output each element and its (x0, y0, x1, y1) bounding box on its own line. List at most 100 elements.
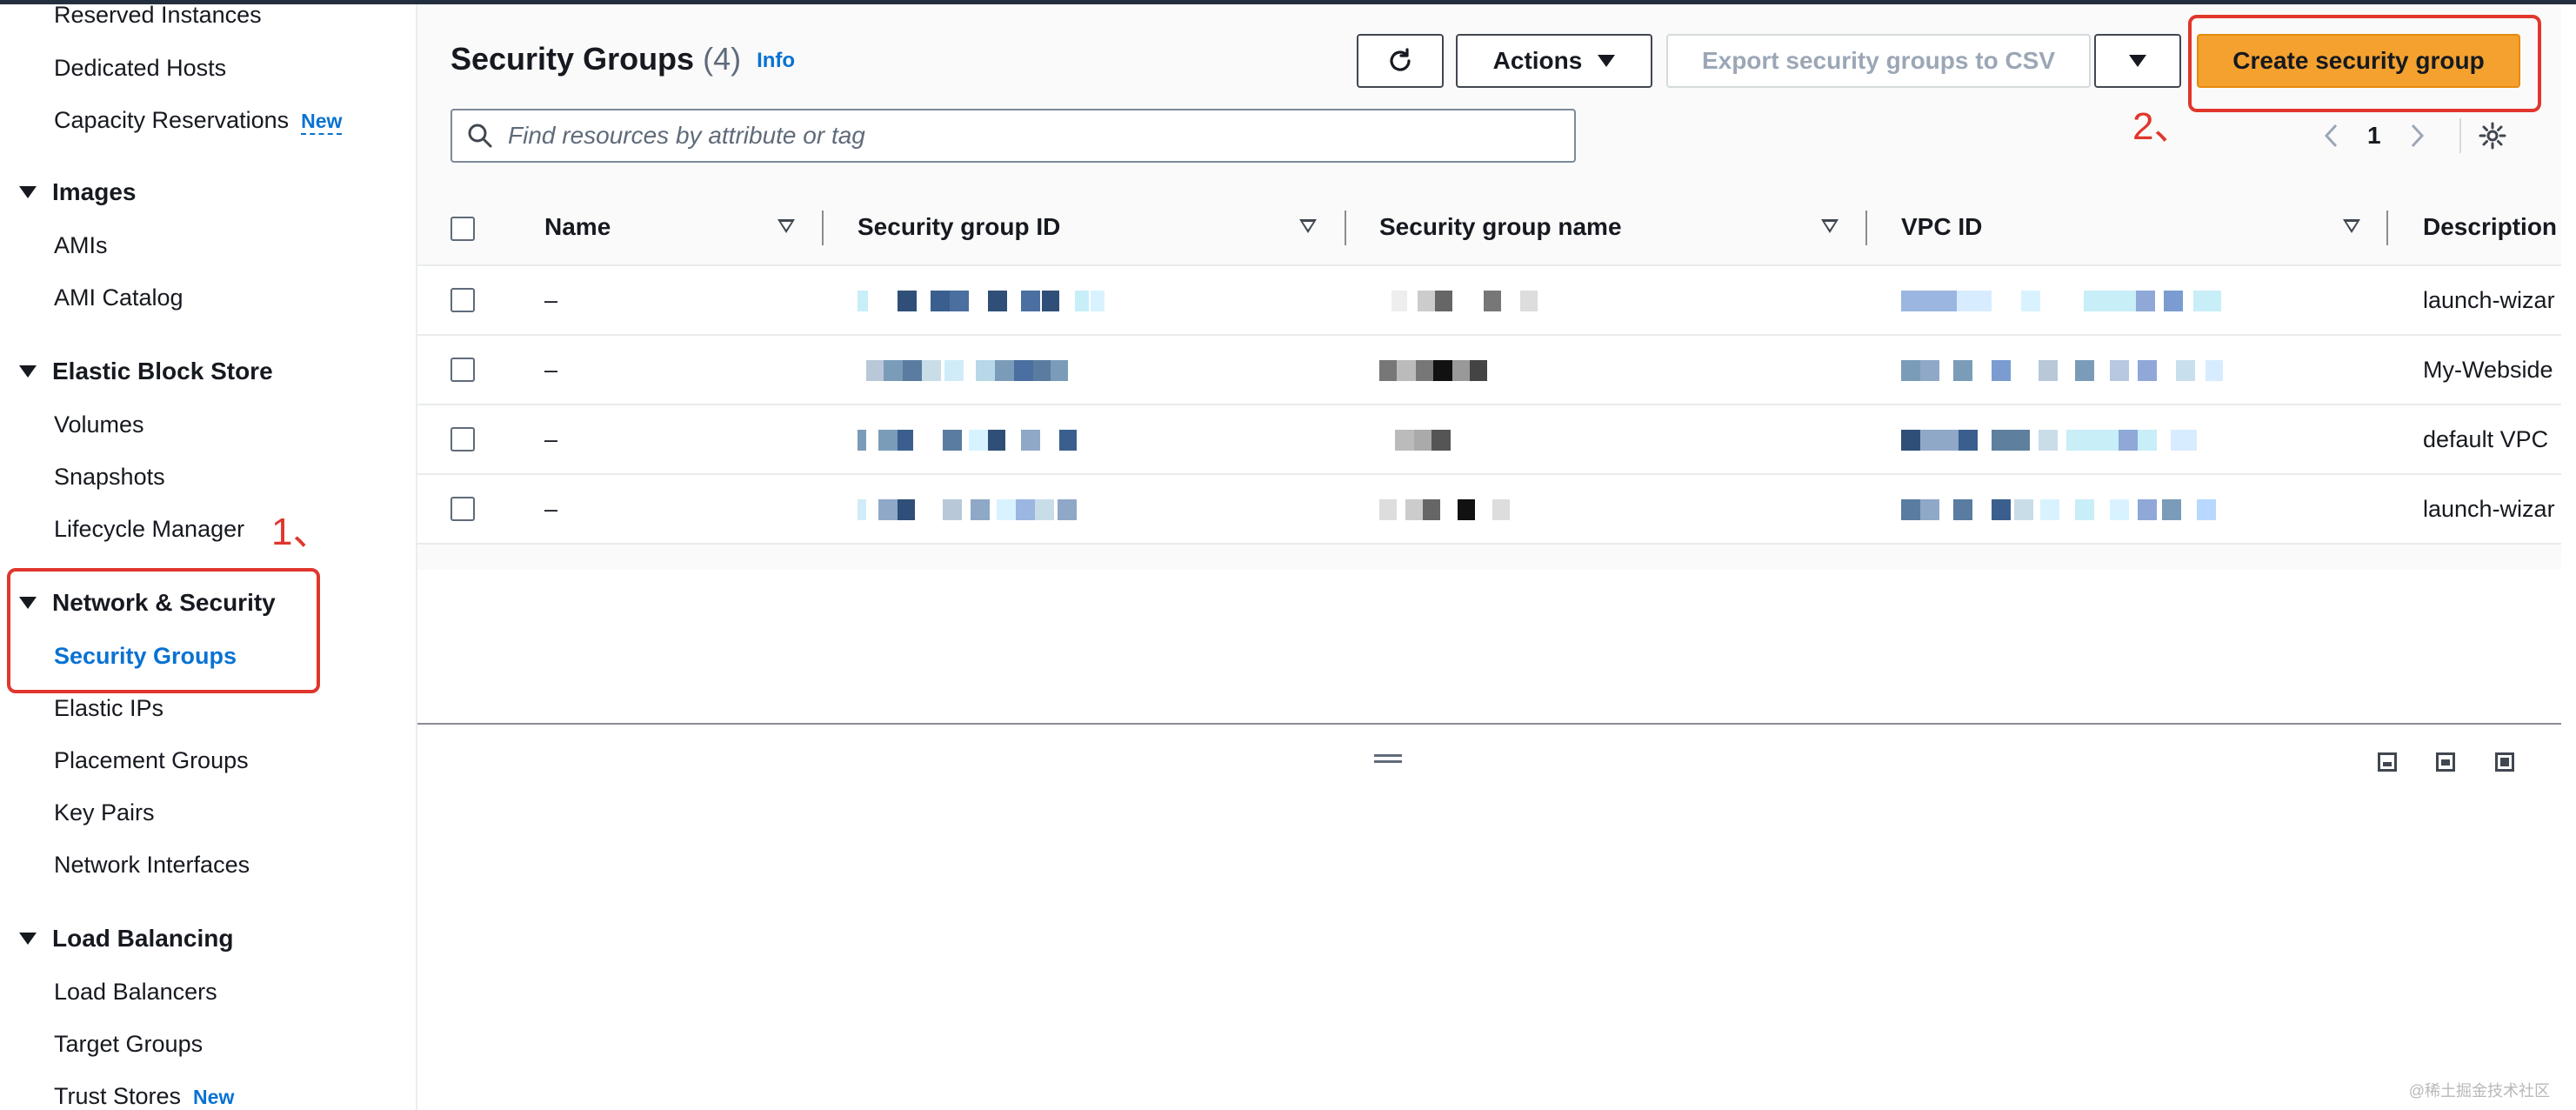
sidebar-item-load-balancers[interactable]: Load Balancers (54, 979, 217, 1006)
column-header-vpc-id[interactable]: VPC ID (1901, 213, 1982, 241)
sort-icon[interactable] (1299, 219, 1317, 233)
column-header-name[interactable]: Name (544, 213, 611, 241)
export-csv-button[interactable]: Export security groups to CSV (1666, 34, 2091, 88)
sidebar-item-trust-stores[interactable]: Trust Stores New (54, 1083, 234, 1110)
sidebar-item-ami-catalog[interactable]: AMI Catalog (54, 284, 184, 311)
annotation-step-2: 2、 (2132, 105, 2192, 148)
column-divider[interactable] (822, 211, 824, 245)
column-header-description[interactable]: Description (2423, 213, 2557, 241)
redacted-security-group-id (858, 360, 1118, 381)
section-elastic-block-store[interactable]: Elastic Block Store (19, 358, 273, 385)
column-divider[interactable] (2386, 211, 2388, 245)
cell-description: default VPC (2423, 426, 2549, 452)
sidebar-item-target-groups[interactable]: Target Groups (54, 1031, 203, 1058)
caret-down-icon (1598, 55, 1616, 67)
row-checkbox[interactable] (450, 497, 475, 521)
section-network-security[interactable]: Network & Security (19, 589, 276, 617)
chevron-right-icon[interactable] (2407, 123, 2426, 149)
sidebar-item-label: Trust Stores (54, 1083, 182, 1109)
pager-divider (2459, 118, 2461, 153)
table-row[interactable]: – default VPC (417, 405, 2561, 475)
watermark: @稀土掘金技术社区 (2408, 1082, 2550, 1100)
search-input[interactable] (506, 121, 1553, 150)
split-panel-side-icon[interactable] (2436, 752, 2455, 772)
sidebar-item-reserved-instances[interactable]: Reserved Instances (54, 2, 262, 29)
split-panel-bottom-icon[interactable] (2378, 752, 2397, 772)
redacted-security-group-id (858, 291, 1118, 311)
sidebar-item-capacity-reservations[interactable]: Capacity Reservations New (54, 107, 343, 135)
sort-icon[interactable] (2343, 219, 2360, 233)
cell-description: launch-wizar (2423, 496, 2555, 522)
refresh-button[interactable] (1357, 34, 1444, 88)
annotation-box-security-groups (7, 568, 320, 693)
sidebar-item-label: Capacity Reservations (54, 107, 290, 133)
table-row[interactable]: – My-Webside (417, 336, 2561, 405)
new-badge: New (193, 1086, 235, 1108)
redacted-security-group-name (1379, 360, 1553, 381)
main-content: Security Groups (4) Info Actions Export se… (417, 4, 2561, 1110)
sidebar-item-amis[interactable]: AMIs (54, 232, 108, 259)
caret-down-icon (19, 597, 37, 609)
info-link[interactable]: Info (757, 49, 795, 72)
sidebar-item-snapshots[interactable]: Snapshots (54, 464, 165, 491)
cell-name: – (544, 357, 558, 383)
column-divider[interactable] (1345, 211, 1346, 245)
page-title: Security Groups (4) Info (450, 41, 796, 77)
sidebar-item-key-pairs[interactable]: Key Pairs (54, 799, 155, 826)
caret-down-icon (2129, 55, 2146, 67)
sort-icon[interactable] (777, 219, 795, 233)
row-checkbox[interactable] (450, 358, 475, 382)
sidebar-item-volumes[interactable]: Volumes (54, 411, 144, 438)
annotation-step-1: 1、 (271, 511, 331, 553)
redacted-security-group-name (1379, 499, 1553, 520)
column-header-security-group-id[interactable]: Security group ID (858, 213, 1060, 241)
table-row[interactable]: – launch-wizar (417, 266, 2561, 336)
redacted-security-group-name (1379, 430, 1553, 451)
new-badge: New (301, 110, 343, 135)
sidebar: Reserved Instances Dedicated Hosts Capac… (0, 2, 417, 1110)
split-panel-border (417, 723, 2561, 725)
cell-description: My-Webside (2423, 357, 2553, 383)
table-header: Name Security group ID Security group na… (417, 191, 2561, 266)
pagination: 1 (2322, 109, 2508, 163)
select-all-checkbox[interactable] (450, 217, 475, 241)
row-checkbox[interactable] (450, 427, 475, 451)
redacted-security-group-name (1379, 291, 1553, 311)
gear-icon[interactable] (2477, 120, 2508, 151)
section-images[interactable]: Images (19, 178, 137, 206)
redacted-vpc-id (1901, 499, 2232, 520)
annotation-box-create-button (2188, 15, 2541, 112)
redacted-security-group-id (858, 430, 1118, 451)
chevron-left-icon[interactable] (2322, 123, 2341, 149)
sidebar-item-lifecycle-manager[interactable]: Lifecycle Manager (54, 516, 244, 543)
cell-name: – (544, 426, 558, 452)
split-panel-full-icon[interactable] (2495, 752, 2514, 772)
cell-name: – (544, 287, 558, 313)
column-divider[interactable] (1865, 211, 1867, 245)
security-groups-panel: Security Groups (4) Info Actions Export se… (417, 4, 2561, 570)
security-groups-table: Name Security group ID Security group na… (417, 191, 2561, 545)
cell-name: – (544, 496, 558, 522)
redacted-vpc-id (1901, 291, 2232, 311)
column-header-security-group-name[interactable]: Security group name (1379, 213, 1622, 241)
resize-handle-icon[interactable] (1374, 754, 1402, 763)
refresh-icon (1390, 48, 1411, 71)
sidebar-item-placement-groups[interactable]: Placement Groups (54, 747, 249, 774)
cell-description: launch-wizar (2423, 287, 2555, 313)
table-row[interactable]: – launch-wizar (417, 475, 2561, 545)
caret-down-icon (19, 186, 37, 198)
caret-down-icon (19, 933, 37, 945)
sidebar-item-security-groups[interactable]: Security Groups (54, 643, 237, 670)
sidebar-item-dedicated-hosts[interactable]: Dedicated Hosts (54, 55, 226, 82)
sort-icon[interactable] (1821, 219, 1839, 233)
section-load-balancing[interactable]: Load Balancing (19, 925, 233, 953)
search-icon (468, 124, 492, 148)
page-number[interactable]: 1 (2367, 122, 2381, 150)
sidebar-item-elastic-ips[interactable]: Elastic IPs (54, 695, 164, 722)
redacted-vpc-id (1901, 430, 2232, 451)
sidebar-item-network-interfaces[interactable]: Network Interfaces (54, 852, 250, 879)
actions-dropdown[interactable]: Actions (1456, 34, 1652, 88)
search-field[interactable] (450, 109, 1576, 163)
row-checkbox[interactable] (450, 288, 475, 312)
export-options-dropdown[interactable] (2094, 34, 2181, 88)
